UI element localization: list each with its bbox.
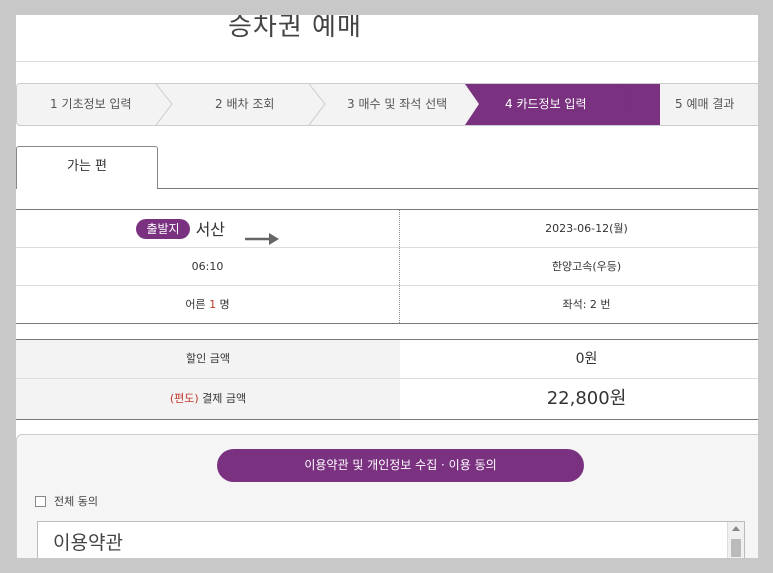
passengers-suffix: 명	[216, 298, 230, 311]
frame-bottom	[0, 558, 773, 573]
company-cell: 한양고속(우등)	[551, 260, 622, 273]
step-separator-icon	[308, 84, 326, 125]
total-label-cell: (편도) 결제 금액	[16, 379, 400, 419]
total-label: 결제 금액	[198, 392, 247, 405]
departure-city: 서산	[195, 219, 226, 239]
discount-value: 0원	[575, 351, 598, 367]
frame-top	[0, 0, 773, 15]
step-separator-icon	[155, 84, 173, 125]
date-cell: 2023-06-12(월)	[545, 222, 628, 235]
check-all-label: 전체 동의	[54, 495, 98, 508]
price-table: 할인 금액 0원 (편도) 결제 금액 22,800원	[16, 339, 773, 420]
tab-outbound[interactable]: 가는 편	[16, 146, 158, 189]
passengers-prefix: 어른	[185, 298, 210, 311]
seat-cell: 좌석: 2 번	[562, 298, 611, 311]
terms-section: 이용약관 및 개인정보 수집 · 이용 동의 전체 동의 이용약관	[16, 434, 773, 573]
frame-left	[0, 0, 16, 573]
reservation-page: 승차권 예매 1 기초정보 입력 2 배차 조회 3 매수 및 좌석 선택 4 …	[0, 0, 773, 573]
terms-title: 이용약관	[53, 532, 123, 554]
arrow-right-icon	[244, 223, 279, 245]
terms-agree-button[interactable]: 이용약관 및 개인정보 수집 · 이용 동의	[217, 449, 584, 482]
tab-baseline	[157, 188, 773, 189]
time-cell: 06:10	[16, 248, 400, 285]
step-active-arrow-icon	[620, 84, 632, 125]
table-row: 출발지 서산 2023-06-12(월)	[16, 210, 773, 248]
trip-info-table: 출발지 서산 2023-06-12(월) 06:10 한양고속(우등) 어른 1 …	[16, 209, 773, 324]
progress-steps: 1 기초정보 입력 2 배차 조회 3 매수 및 좌석 선택 4 카드정보 입력…	[16, 83, 773, 126]
departure-badge: 출발지	[136, 219, 190, 239]
table-row: 어른 1 명 좌석: 2 번	[16, 286, 773, 323]
passengers-cell: 어른 1 명	[16, 286, 400, 323]
step-active-notch-icon	[465, 84, 479, 125]
step-5: 5 예매 결과	[675, 97, 735, 111]
check-all[interactable]: 전체 동의	[35, 493, 98, 509]
passengers-count: 1	[209, 298, 217, 311]
total-value: 22,800원	[546, 388, 627, 409]
table-row: 06:10 한양고속(우등)	[16, 248, 773, 286]
trip-type-label: (편도)	[169, 392, 199, 405]
divider	[0, 61, 773, 62]
scroll-thumb[interactable]	[731, 539, 741, 557]
frame-right	[758, 0, 773, 573]
route-cell: 출발지 서산	[16, 210, 400, 247]
discount-label: 할인 금액	[16, 340, 400, 378]
table-row: (편도) 결제 금액 22,800원	[16, 379, 773, 419]
check-all-checkbox[interactable]	[35, 495, 46, 507]
scroll-up-icon[interactable]	[732, 526, 740, 531]
table-row: 할인 금액 0원	[16, 340, 773, 379]
